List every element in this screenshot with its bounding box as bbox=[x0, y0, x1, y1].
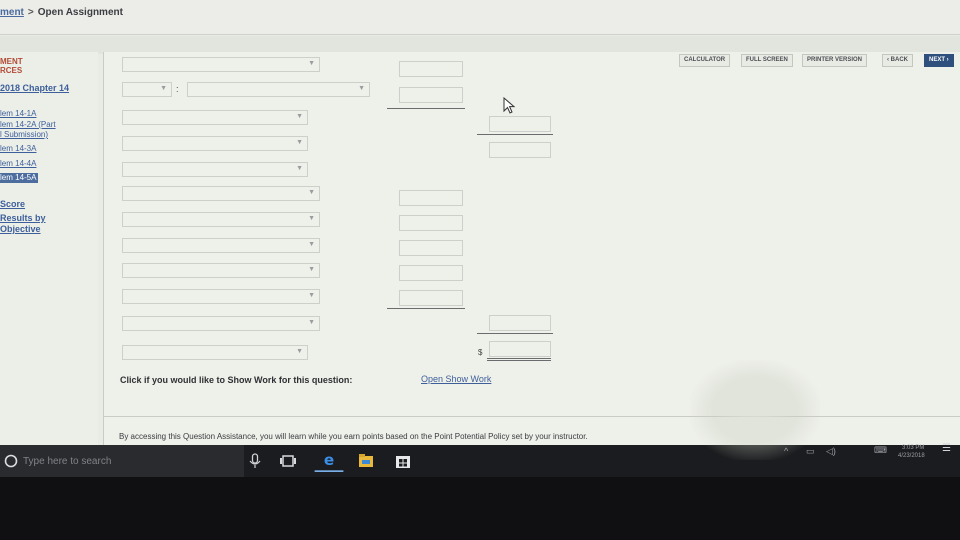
total-rule bbox=[387, 308, 465, 309]
chevron-down-icon: ▼ bbox=[308, 241, 315, 248]
chevron-down-icon: ▼ bbox=[358, 85, 365, 92]
breadcrumb-prev-link[interactable]: ment bbox=[0, 7, 24, 18]
chevron-down-icon: ▼ bbox=[296, 348, 303, 355]
chevron-down-icon: ▼ bbox=[308, 189, 315, 196]
taskbar-search-box[interactable]: Type here to search bbox=[0, 445, 244, 477]
svg-text:e: e bbox=[324, 451, 334, 469]
date-select[interactable]: ▼ bbox=[187, 82, 370, 97]
chevron-down-icon: ▼ bbox=[308, 319, 315, 326]
question-assistance-notice: By accessing this Question Assistance, y… bbox=[119, 432, 588, 441]
sidebar-chapter-link[interactable]: 2018 Chapter 14 bbox=[0, 83, 69, 93]
next-button[interactable]: NEXT › bbox=[924, 54, 954, 67]
amount-input-1[interactable] bbox=[399, 61, 463, 77]
file-explorer-icon[interactable] bbox=[357, 450, 375, 472]
keyboard-icon[interactable]: ⌨ bbox=[874, 445, 887, 456]
screen-glare bbox=[690, 360, 820, 460]
total-input-2[interactable] bbox=[489, 142, 551, 158]
total-rule bbox=[477, 134, 553, 135]
account-select-2[interactable]: ▼ bbox=[122, 110, 308, 125]
calculator-button[interactable]: CALCULATOR bbox=[679, 54, 731, 67]
back-button[interactable]: ‹ BACK bbox=[882, 54, 913, 67]
open-show-work-link[interactable]: Open Show Work bbox=[421, 374, 491, 384]
total-input-3[interactable] bbox=[489, 315, 551, 331]
double-rule-top bbox=[487, 358, 551, 359]
sidebar-item-problem-3a[interactable]: lem 14-3A bbox=[0, 144, 36, 154]
sidebar-item-problem-2a-cont[interactable]: l Submission) bbox=[0, 130, 48, 140]
taskbar-search-placeholder: Type here to search bbox=[23, 456, 112, 467]
sidebar-item-problem-4a[interactable]: lem 14-4A bbox=[0, 159, 36, 169]
total-input-1[interactable] bbox=[489, 116, 551, 132]
store-icon[interactable] bbox=[394, 450, 412, 472]
total-rule bbox=[477, 333, 553, 334]
sidebar: MENT RCES 2018 Chapter 14 lem 14-1A lem … bbox=[0, 52, 98, 445]
amount-input-5[interactable] bbox=[399, 240, 463, 256]
volume-icon[interactable]: ◁) bbox=[826, 446, 836, 457]
task-view-icon[interactable] bbox=[278, 450, 298, 472]
chevron-down-icon: ▼ bbox=[296, 139, 303, 146]
account-select-11[interactable]: ▼ bbox=[122, 345, 308, 360]
colon-separator: : bbox=[176, 84, 179, 94]
chevron-down-icon: ▼ bbox=[308, 292, 315, 299]
cortana-mic-icon[interactable] bbox=[247, 450, 263, 472]
total-rule bbox=[387, 108, 465, 109]
account-select-7[interactable]: ▼ bbox=[122, 238, 320, 253]
amount-input-7[interactable] bbox=[399, 290, 463, 306]
amount-input-4[interactable] bbox=[399, 215, 463, 231]
chevron-down-icon: ▼ bbox=[308, 60, 315, 67]
sidebar-score-link[interactable]: Score bbox=[0, 199, 25, 209]
chevron-down-icon: ▼ bbox=[308, 266, 315, 273]
account-select-8[interactable]: ▼ bbox=[122, 263, 320, 278]
amount-input-2[interactable] bbox=[399, 87, 463, 103]
notification-icon[interactable]: ☰ bbox=[942, 443, 951, 454]
final-total-input[interactable] bbox=[489, 341, 551, 357]
edge-icon[interactable]: e bbox=[312, 450, 346, 472]
page-header: ment > Open Assignment bbox=[0, 0, 960, 35]
account-select-5[interactable]: ▼ bbox=[122, 186, 320, 201]
clock-time[interactable]: 3:03 PM bbox=[902, 445, 924, 451]
monitor-bezel bbox=[0, 477, 960, 540]
cortana-circle-icon bbox=[4, 454, 18, 468]
account-select-10[interactable]: ▼ bbox=[122, 316, 320, 331]
printer-version-button[interactable]: PRINTER VERSION bbox=[802, 54, 868, 67]
sidebar-heading-resources: RCES bbox=[0, 66, 23, 75]
full-screen-button[interactable]: FULL SCREEN bbox=[741, 54, 793, 67]
account-select-9[interactable]: ▼ bbox=[122, 289, 320, 304]
account-select-1[interactable]: ▼ bbox=[122, 57, 320, 72]
sidebar-results-link[interactable]: Results by bbox=[0, 213, 46, 223]
double-rule-bottom bbox=[487, 360, 551, 361]
account-select-6[interactable]: ▼ bbox=[122, 212, 320, 227]
sidebar-heading-assignment: MENT bbox=[0, 57, 23, 66]
chevron-down-icon: ▼ bbox=[308, 215, 315, 222]
amount-input-6[interactable] bbox=[399, 265, 463, 281]
sidebar-item-problem-5a[interactable]: lem 14-5A bbox=[0, 173, 39, 183]
divider bbox=[104, 416, 960, 417]
show-work-label: Click if you would like to Show Work for… bbox=[120, 375, 353, 385]
chevron-down-icon: ▼ bbox=[160, 85, 167, 92]
sidebar-item-problem-1a[interactable]: lem 14-1A bbox=[0, 109, 36, 119]
breadcrumb: ment > Open Assignment bbox=[0, 7, 123, 18]
breadcrumb-separator: > bbox=[27, 7, 34, 18]
period-select[interactable]: ▼ bbox=[122, 82, 172, 97]
breadcrumb-current: Open Assignment bbox=[37, 7, 123, 18]
clock-date[interactable]: 4/23/2018 bbox=[898, 453, 925, 459]
mouse-cursor-icon bbox=[503, 97, 516, 114]
chevron-down-icon: ▼ bbox=[296, 165, 303, 172]
account-select-4[interactable]: ▼ bbox=[122, 162, 308, 177]
sidebar-results-link-cont[interactable]: Objective bbox=[0, 224, 41, 234]
chevron-down-icon: ▼ bbox=[296, 113, 303, 120]
account-select-3[interactable]: ▼ bbox=[122, 136, 308, 151]
dollar-sign: $ bbox=[478, 348, 483, 357]
question-content: CALCULATOR FULL SCREEN PRINTER VERSION ‹… bbox=[103, 52, 960, 445]
sidebar-item-problem-2a[interactable]: lem 14-2A (Part bbox=[0, 120, 56, 130]
amount-input-3[interactable] bbox=[399, 190, 463, 206]
